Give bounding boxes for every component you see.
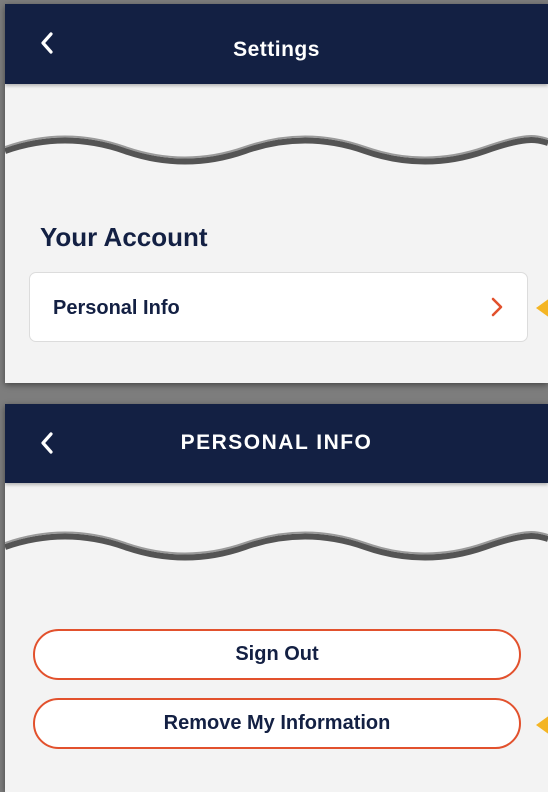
pointer-arrow-indicator [536,715,548,735]
chevron-right-icon [491,297,503,317]
settings-header: Settings [5,4,548,84]
settings-screen: Settings Your Account Personal Info [5,4,548,383]
page-title: Settings [233,38,320,61]
personal-info-item[interactable]: Personal Info [29,272,528,342]
personal-info-header: PERSONAL INFO [5,404,548,483]
remove-my-information-button[interactable]: Remove My Information [33,698,521,749]
page-title: PERSONAL INFO [180,431,373,454]
personal-info-screen: PERSONAL INFO Sign Out Remove My Informa… [5,404,548,792]
sign-out-button[interactable]: Sign Out [33,629,521,680]
personal-info-label: Personal Info [53,297,180,319]
section-title-your-account: Your Account [40,222,208,252]
pointer-arrow-indicator [536,298,548,318]
section-break-wave [5,531,548,561]
section-break-wave [5,135,548,165]
